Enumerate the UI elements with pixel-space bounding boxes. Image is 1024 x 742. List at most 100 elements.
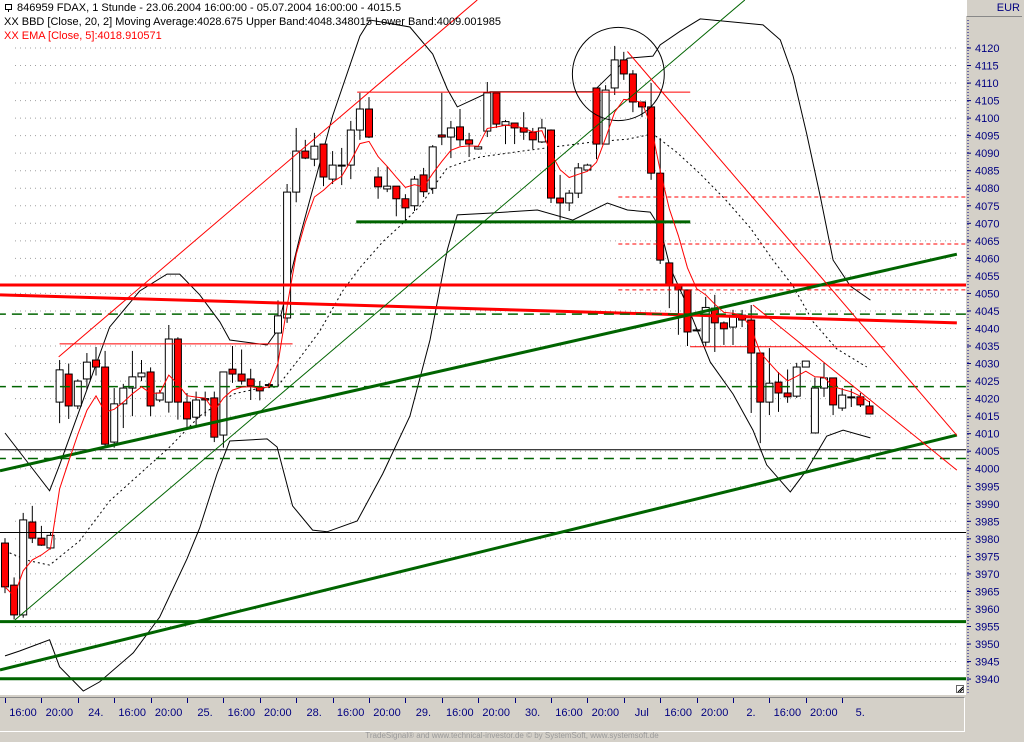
candle-body <box>137 372 146 378</box>
y-tick-label: 3950 <box>975 639 999 651</box>
candle-body <box>274 315 282 334</box>
candle-body <box>665 262 674 286</box>
candle-body <box>456 126 464 141</box>
y-tick-label: 4025 <box>975 376 999 388</box>
candle <box>374 167 383 199</box>
candle <box>610 45 619 95</box>
y-tick-label: 4020 <box>975 394 999 406</box>
candle <box>328 151 337 185</box>
y-tick-label: 4120 <box>975 43 999 55</box>
candle <box>519 112 528 140</box>
y-tick-label: 4075 <box>975 201 999 213</box>
candle-body <box>246 378 255 387</box>
candle <box>137 360 146 382</box>
candle <box>556 174 565 220</box>
candle-body <box>328 164 337 180</box>
x-tick <box>441 698 443 703</box>
candle-body <box>801 360 810 368</box>
candle <box>774 371 783 412</box>
y-tick-label: 4080 <box>975 183 999 195</box>
candle-body <box>428 146 437 189</box>
x-tick <box>114 698 116 703</box>
candle <box>55 360 64 424</box>
red-thin-line <box>752 304 958 471</box>
candle <box>337 147 346 186</box>
candle-body <box>501 121 510 126</box>
candle <box>401 194 410 222</box>
candle <box>73 379 82 410</box>
x-tick-label: 16:00 <box>446 707 474 719</box>
candle-body <box>492 92 501 125</box>
x-tick <box>478 698 480 703</box>
candle-body <box>528 131 537 141</box>
candle-body <box>392 185 401 200</box>
y-tick-label: 4065 <box>975 236 999 248</box>
candle-body <box>355 108 364 131</box>
candle <box>1 538 9 594</box>
y-tick-label: 4095 <box>975 131 999 143</box>
x-tick <box>587 698 589 703</box>
chart-area[interactable]: 846959 FDAX, 1 Stunde - 23.06.2004 16:00… <box>0 0 966 695</box>
candle <box>219 371 228 448</box>
x-tick <box>150 698 152 703</box>
y-tick-label: 4010 <box>975 429 999 441</box>
candle <box>110 388 119 448</box>
candle-body <box>383 185 392 190</box>
candle-body <box>237 373 246 382</box>
time-axis[interactable]: 16:00 20:00 24. 16:00 20:00 25. 16:00 20:00 28. 1… <box>0 697 965 732</box>
candle-body <box>210 397 219 438</box>
ema-legend[interactable]: XX EMA [Close, 5]:4018.910571 <box>4 30 162 43</box>
candle-body <box>683 289 692 333</box>
candle <box>756 352 765 444</box>
candle-body <box>401 198 410 209</box>
resize-grip-icon[interactable] <box>956 685 964 693</box>
candle <box>128 350 137 417</box>
y-tick-label: 3975 <box>975 551 999 563</box>
candle <box>583 163 592 171</box>
y-tick-label: 3985 <box>975 516 999 528</box>
candle-body <box>365 108 373 138</box>
candle <box>255 381 264 401</box>
pin-icon[interactable] <box>4 3 13 12</box>
y-tick-label: 3970 <box>975 569 999 581</box>
candle <box>692 328 701 332</box>
y-tick-label: 4100 <box>975 113 999 125</box>
candle <box>246 368 255 401</box>
candle <box>119 383 128 429</box>
candle <box>346 120 355 180</box>
x-tick-label: 29. <box>415 707 432 719</box>
candle <box>392 185 401 217</box>
candle-body <box>610 59 619 89</box>
candle-body <box>692 329 701 332</box>
candle <box>183 392 191 429</box>
candle <box>301 139 310 160</box>
candle <box>437 92 446 146</box>
bbd-legend[interactable]: XX BBD [Close, 20, 2] Moving Average:402… <box>4 16 501 29</box>
red-thick-line <box>0 293 957 325</box>
candle-body <box>465 139 474 145</box>
candle <box>501 119 510 145</box>
candle-body <box>774 381 783 394</box>
y-tick-label: 4040 <box>975 323 999 335</box>
x-tick-label: 16:00 <box>773 707 802 719</box>
candle-body <box>301 150 310 159</box>
candle <box>628 70 637 113</box>
y-tick-label: 4090 <box>975 148 999 160</box>
x-tick-label: 20:00 <box>700 707 729 719</box>
candle-body <box>437 134 446 138</box>
price-chart[interactable] <box>0 0 966 695</box>
y-tick-label: 4015 <box>975 411 999 423</box>
x-tick-label: 2. <box>746 707 756 719</box>
candle <box>365 97 373 139</box>
candle-body <box>446 127 455 138</box>
x-tick-label: 16:00 <box>227 707 256 719</box>
candle <box>173 337 182 420</box>
y-tick-label: 3960 <box>975 604 999 616</box>
price-axis[interactable]: EUR 4120 4115 4110 4105 4100 4095 4090 4085 4080… <box>966 0 1024 695</box>
candle <box>619 51 628 80</box>
y-tick-label: 4085 <box>975 166 999 178</box>
x-tick <box>660 698 662 703</box>
x-tick <box>551 698 552 703</box>
x-tick-label: 16:00 <box>555 707 583 719</box>
candle-body <box>164 338 173 403</box>
